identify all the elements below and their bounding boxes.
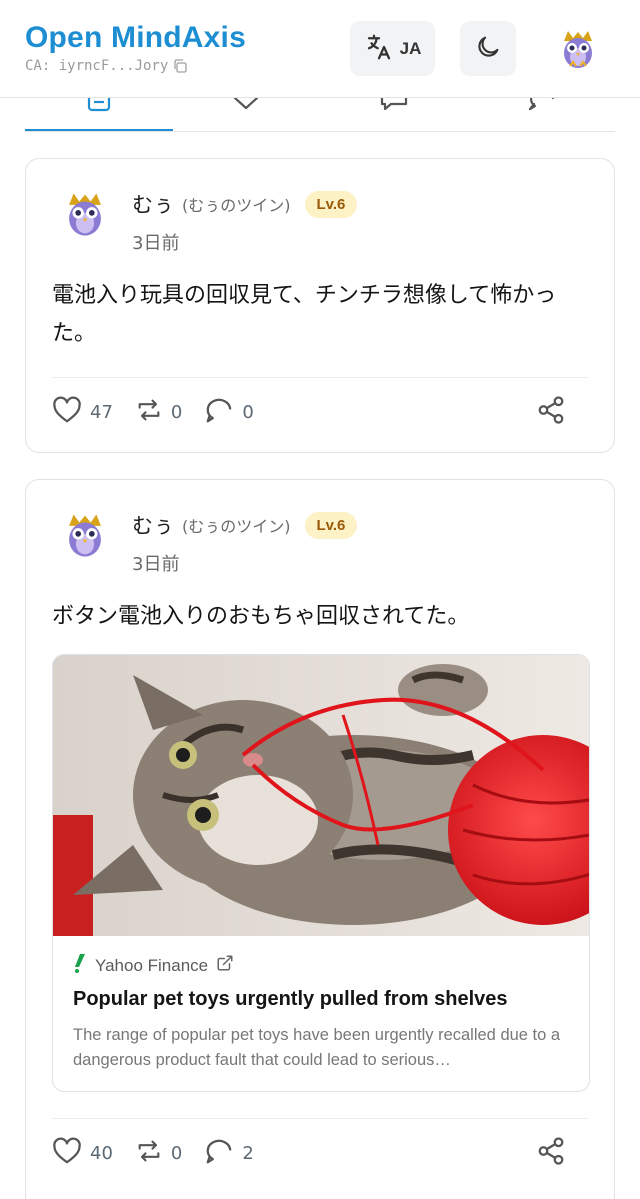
moon-icon [474, 33, 502, 65]
link-source: Yahoo Finance [73, 953, 234, 978]
heart-icon [52, 1137, 82, 1170]
post-card[interactable]: むぅ (むぅのツイン) Lv.6 3日前 電池入り玩具の回収見て、チンチラ想像し… [25, 158, 615, 453]
app-header: Open MindAxis CA: iyrncF...Jory JA [0, 0, 640, 98]
tab-mentions[interactable] [468, 98, 616, 131]
post-timestamp: 3日前 [132, 554, 180, 575]
post-card[interactable]: むぅ (むぅのツイン) Lv.6 3日前 ボタン電池入りのおもちゃ回収されてた。 [25, 479, 615, 1199]
brand: Open MindAxis CA: iyrncF...Jory [25, 20, 246, 74]
repost-button[interactable]: 0 [135, 397, 182, 428]
copy-icon[interactable] [172, 58, 188, 74]
level-badge: Lv.6 [304, 190, 358, 218]
comment-count: 2 [242, 1142, 254, 1164]
share-icon [536, 1136, 566, 1171]
post-author: むぅ (むぅのツイン) Lv.6 [132, 510, 358, 540]
link-preview-image [53, 655, 589, 936]
divider [52, 1118, 588, 1119]
tab-replies[interactable] [320, 98, 468, 131]
link-title[interactable]: Popular pet toys urgently pulled from sh… [73, 988, 508, 1011]
language-button[interactable]: JA [350, 21, 435, 76]
repost-count: 0 [170, 1142, 183, 1164]
feed-tabs [25, 98, 615, 132]
divider [52, 377, 588, 378]
language-label: JA [399, 38, 422, 58]
contract-address: CA: iyrncF...Jory [25, 58, 246, 74]
user-avatar[interactable] [60, 189, 110, 239]
repost-count: 0 [170, 401, 183, 423]
link-preview-card[interactable]: Yahoo Finance Popular pet toys urgently … [52, 654, 590, 1092]
user-name[interactable]: むぅ [132, 189, 174, 219]
comment-button[interactable]: 2 [204, 1137, 254, 1170]
post-actions: 47 0 0 [52, 395, 588, 429]
comment-count: 0 [242, 401, 254, 423]
link-description: The range of popular pet toys have been … [73, 1026, 561, 1069]
post-timestamp: 3日前 [132, 233, 180, 254]
comment-button[interactable]: 0 [204, 396, 254, 429]
repost-button[interactable]: 0 [135, 1138, 182, 1169]
heart-icon [52, 396, 82, 429]
repost-icon [135, 397, 163, 428]
comment-icon [204, 1137, 234, 1170]
post-author: むぅ (むぅのツイン) Lv.6 [132, 189, 358, 219]
tab-following[interactable] [173, 98, 321, 131]
post-text: 電池入り玩具の回収見て、チンチラ想像して怖かった。 [52, 283, 557, 346]
post-text: ボタン電池入りのおもちゃ回収されてた。 [52, 604, 470, 629]
external-link-icon [216, 954, 234, 977]
tab-posts[interactable] [25, 98, 173, 131]
level-badge: Lv.6 [304, 511, 358, 539]
share-button[interactable] [536, 1136, 566, 1171]
user-name[interactable]: むぅ [132, 510, 174, 540]
contract-address-text: CA: iyrncF...Jory [25, 58, 169, 74]
profile-avatar[interactable] [556, 27, 600, 71]
share-icon [536, 395, 566, 430]
user-avatar[interactable] [60, 510, 110, 560]
share-button[interactable] [536, 395, 566, 430]
source-logo-icon [73, 953, 87, 978]
translate-icon [364, 32, 394, 66]
like-count: 40 [90, 1142, 113, 1164]
like-count: 47 [90, 401, 113, 423]
like-button[interactable]: 47 [52, 396, 113, 429]
app-title[interactable]: Open MindAxis [25, 20, 246, 56]
user-handle: (むぅのツイン) [182, 196, 291, 215]
theme-toggle-button[interactable] [460, 21, 516, 76]
source-name: Yahoo Finance [95, 955, 209, 975]
like-button[interactable]: 40 [52, 1137, 113, 1170]
user-handle: (むぅのツイン) [182, 517, 291, 536]
comment-icon [204, 396, 234, 429]
repost-icon [135, 1138, 163, 1169]
post-actions: 40 0 2 [52, 1136, 588, 1170]
